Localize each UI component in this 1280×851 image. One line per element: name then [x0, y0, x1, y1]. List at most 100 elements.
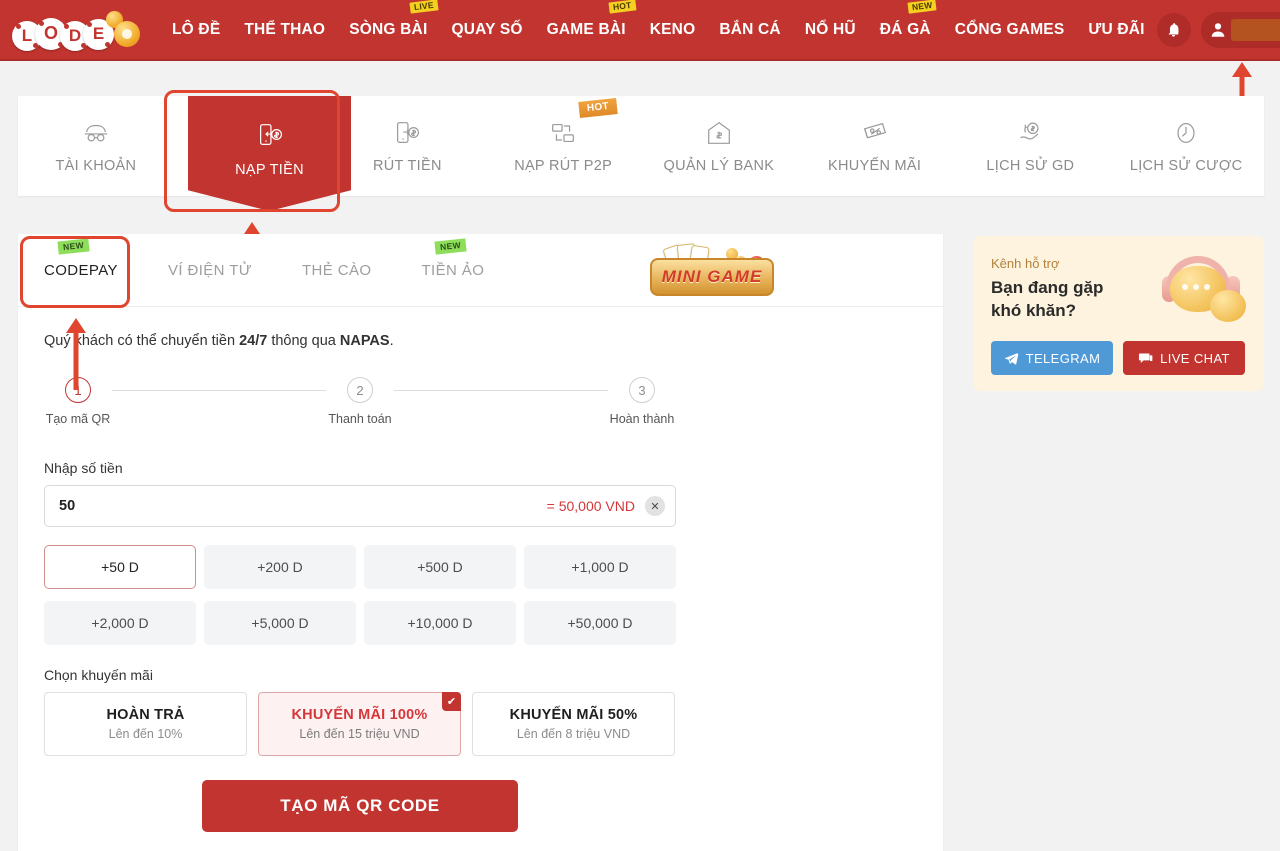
logo-gold-ball-large: [114, 20, 140, 47]
deposit-content-card: NEW CODEPAY VÍ ĐIỆN TỬ THẺ CÀO NEW TIỀN …: [18, 234, 943, 851]
live-badge: LIVE: [409, 0, 439, 14]
withdraw-phone-dollar-icon: [397, 122, 420, 143]
tab-nap-rut-p2p[interactable]: HOT NẠP RÚT P2P: [485, 96, 641, 196]
promo-title: KHUYẾN MÃI 50%: [509, 707, 638, 723]
quick-amount-button[interactable]: +5,000 D: [204, 601, 356, 645]
quick-amount-button[interactable]: +200 D: [204, 545, 356, 589]
tab-label: QUẢN LÝ BANK: [663, 158, 775, 174]
promo-card-hoan-tra[interactable]: HOÀN TRẢ Lên đến 10%: [44, 692, 247, 756]
promo-field-label: Chọn khuyến mãi: [44, 667, 153, 683]
site-header: L O D E LÔ ĐỀ THỂ THAO LIVE SÒNG BÀI QUA…: [0, 0, 1280, 61]
subtab-vi-dien-tu[interactable]: VÍ ĐIỆN TỬ: [166, 258, 254, 283]
nav-item-keno[interactable]: KENO: [638, 0, 708, 60]
nav-item-quay-so[interactable]: QUAY SỐ: [439, 0, 534, 60]
chat-dots: [1182, 284, 1210, 290]
new-badge: NEW: [57, 237, 90, 254]
promo-subtitle: Lên đến 10%: [108, 727, 183, 741]
quick-amount-button[interactable]: +1,000 D: [524, 545, 676, 589]
promo-title: KHUYẾN MÃI 100%: [291, 707, 428, 723]
nav-label: KENO: [649, 21, 696, 38]
promo-card-khuyen-mai-50[interactable]: KHUYẾN MÃI 50% Lên đến 8 triệu VND: [472, 692, 675, 756]
subtab-label: TIỀN ẢO: [421, 261, 485, 279]
step-number: 2: [347, 377, 373, 403]
nav-label: NỔ HŨ: [804, 21, 856, 38]
tab-label: NẠP RÚT P2P: [514, 158, 613, 174]
tab-quan-ly-bank[interactable]: QUẢN LÝ BANK: [641, 96, 797, 196]
telegram-label: TELEGRAM: [1025, 350, 1101, 366]
tab-tai-khoan[interactable]: TÀI KHOẢN: [18, 96, 174, 196]
promo-ticket-icon: [863, 122, 886, 139]
main-navigation: LÔ ĐỀ THỂ THAO LIVE SÒNG BÀI QUAY SỐ HOT…: [160, 0, 1157, 60]
quick-amount-button[interactable]: +2,000 D: [44, 601, 196, 645]
user-balance-bar[interactable]: +: [1200, 11, 1280, 48]
deposit-stepper: 1 Tạo mã QR 2 Thanh toán 3 Hoàn thành: [44, 377, 676, 426]
step-1-tao-ma-qr: 1 Tạo mã QR: [44, 377, 112, 426]
nav-item-the-thao[interactable]: THỂ THAO: [232, 0, 337, 60]
promo-card-khuyen-mai-100[interactable]: ✔ KHUYẾN MÃI 100% Lên đến 15 triệu VND: [258, 692, 461, 756]
site-logo[interactable]: L O D E: [8, 5, 148, 55]
amount-input[interactable]: 50: [59, 498, 75, 514]
new-badge: NEW: [434, 237, 468, 254]
tab-nap-tien[interactable]: NẠP TIỀN: [188, 96, 351, 211]
create-qr-code-button[interactable]: TẠO MÃ QR CODE: [202, 780, 518, 832]
hot-badge: HOT: [608, 0, 637, 14]
nav-label: ƯU ĐÃI: [1088, 21, 1145, 38]
step-number: 1: [65, 377, 91, 403]
tab-lich-su-gd[interactable]: LỊCH SỬ GD: [953, 96, 1109, 196]
tab-khuyen-mai[interactable]: KHUYẾN MÃI: [797, 96, 953, 196]
support-buttons: TELEGRAM LIVE CHAT: [991, 341, 1245, 375]
step-number: 3: [629, 377, 655, 403]
quick-amount-button[interactable]: +500 D: [364, 545, 516, 589]
step-connector: [112, 390, 326, 391]
tab-rut-tien[interactable]: RÚT TIỀN: [330, 96, 486, 196]
nav-item-lo-de[interactable]: LÔ ĐỀ: [160, 0, 232, 60]
quick-amount-grid: +50 D +200 D +500 D +1,000 D +2,000 D +5…: [44, 545, 676, 645]
chat-bubble-small: [1210, 290, 1246, 322]
tab-lich-su-cuoc[interactable]: LỊCH SỬ CƯỢC: [1108, 96, 1264, 196]
live-chat-button[interactable]: LIVE CHAT: [1123, 341, 1245, 375]
hot-badge: HOT: [578, 98, 618, 118]
subtab-codepay[interactable]: NEW CODEPAY: [42, 237, 120, 283]
telegram-button[interactable]: TELEGRAM: [991, 341, 1113, 375]
amount-input-wrapper[interactable]: 50 = 50,000 VND ✕: [44, 485, 676, 527]
nav-label: GAME BÀI: [546, 21, 626, 38]
account-tabs-bar: TÀI KHOẢN RÚT TIỀN HOT NẠP RÚT P2P QUẢN …: [18, 96, 1264, 211]
tab-label: LỊCH SỬ GD: [986, 158, 1075, 174]
nav-item-uu-dai[interactable]: ƯU ĐÃI: [1076, 0, 1156, 60]
nav-item-game-bai[interactable]: HOT GAME BÀI: [535, 0, 638, 60]
mini-game-banner[interactable]: MINI GAME: [632, 243, 792, 300]
quick-amount-button[interactable]: +10,000 D: [364, 601, 516, 645]
mini-game-label: MINI GAME: [661, 267, 763, 286]
nav-label: SÒNG BÀI: [349, 21, 428, 38]
step-2-thanh-toan: 2 Thanh toán: [326, 377, 394, 426]
nav-item-da-ga[interactable]: NEW ĐÁ GÀ: [868, 0, 943, 60]
nav-item-song-bai[interactable]: LIVE SÒNG BÀI: [337, 0, 439, 60]
nav-label: THỂ THAO: [244, 21, 326, 38]
clear-x-icon[interactable]: ✕: [645, 496, 665, 516]
quick-amount-button[interactable]: +50 D: [44, 545, 196, 589]
notification-bell-button[interactable]: [1156, 12, 1191, 47]
subtab-tien-ao[interactable]: NEW TIỀN ẢO: [419, 237, 486, 283]
step-connector: [394, 390, 608, 391]
step-label: Thanh toán: [328, 412, 392, 426]
tab-label: RÚT TIỀN: [373, 158, 442, 174]
intro-pre: Quý khách có thể chuyển tiền: [44, 333, 240, 349]
new-badge: NEW: [907, 0, 938, 14]
support-headset-chat-icon: [1152, 250, 1256, 330]
account-mask-icon: [84, 124, 108, 142]
nav-item-ban-ca[interactable]: BẮN CÁ: [707, 0, 792, 60]
promo-title: HOÀN TRẢ: [106, 707, 185, 723]
nav-item-no-hu[interactable]: NỔ HŨ: [793, 0, 868, 60]
quick-amount-button[interactable]: +50,000 D: [524, 601, 676, 645]
subtab-label: THẺ CÀO: [301, 261, 372, 279]
balance-value: [1230, 18, 1280, 41]
nav-label: BẮN CÁ: [719, 21, 781, 38]
p2p-network-icon: [552, 123, 575, 143]
nav-label: ĐÁ GÀ: [879, 21, 931, 38]
amount-field-label: Nhập số tiền: [44, 460, 123, 476]
nav-item-cong-games[interactable]: CỔNG GAMES: [943, 0, 1077, 60]
support-panel: Kênh hỗ trợ Bạn đang gặp khó khăn? TELEG…: [973, 236, 1264, 391]
promo-subtitle: Lên đến 15 triệu VND: [299, 727, 420, 741]
support-title-line1: Bạn đang gặp: [991, 278, 1104, 297]
subtab-the-cao[interactable]: THẺ CÀO: [300, 258, 373, 283]
